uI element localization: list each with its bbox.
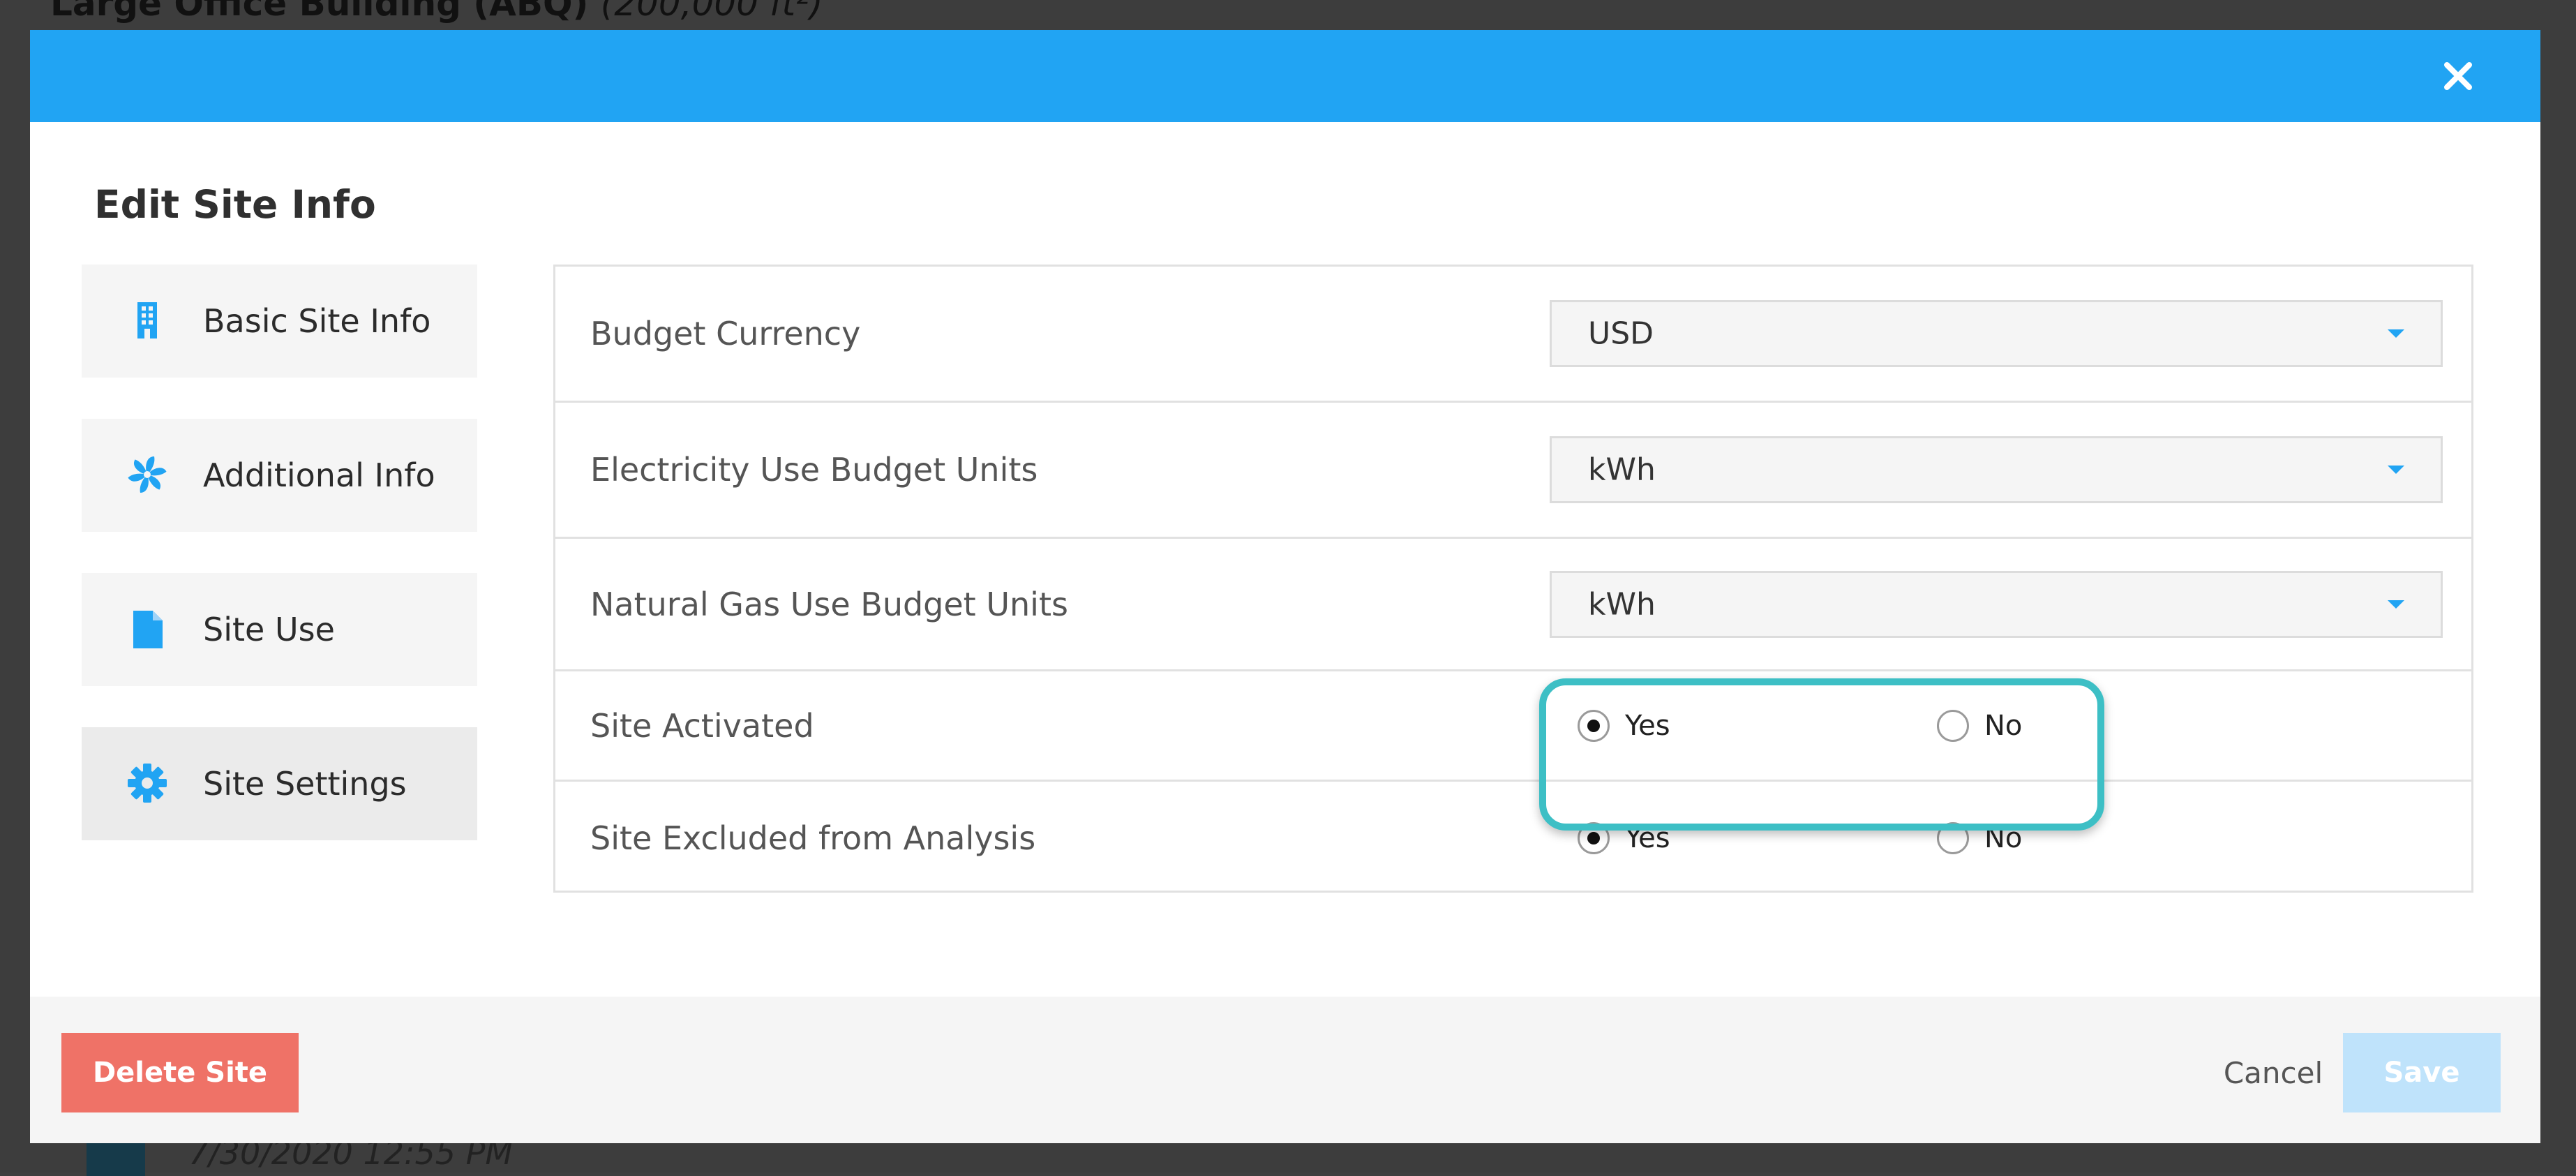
row-site-activated: Site Activated Yes No bbox=[555, 671, 2471, 782]
row-gas-units: Natural Gas Use Budget Units kWh bbox=[555, 539, 2471, 671]
electricity-units-label: Electricity Use Budget Units bbox=[590, 451, 1038, 489]
edit-site-modal: Edit Site Info Basic Site Info bbox=[30, 30, 2540, 1143]
gas-units-select[interactable]: kWh bbox=[1550, 571, 2443, 638]
cancel-button[interactable]: Cancel bbox=[2193, 1033, 2353, 1112]
building-icon bbox=[126, 299, 168, 341]
chevron-down-icon bbox=[2386, 463, 2406, 476]
modal-header bbox=[30, 30, 2540, 122]
electricity-units-value: kWh bbox=[1588, 452, 1656, 488]
gear-icon bbox=[126, 762, 168, 804]
background-title-text: Large Office Building (ABQ) bbox=[50, 0, 588, 24]
gas-units-label: Natural Gas Use Budget Units bbox=[590, 586, 1068, 623]
delete-site-button[interactable]: Delete Site bbox=[61, 1033, 299, 1112]
settings-panel: Budget Currency USD Electricity Use Budg… bbox=[553, 265, 2473, 893]
background-title-area: (200,000 ft²) bbox=[601, 0, 823, 24]
sidebar-item-label: Basic Site Info bbox=[203, 302, 430, 340]
site-activated-label: Site Activated bbox=[590, 707, 814, 745]
close-button[interactable] bbox=[2443, 61, 2473, 91]
sidebar-item-additional-info[interactable]: Additional Info bbox=[82, 419, 477, 532]
budget-currency-label: Budget Currency bbox=[590, 315, 860, 352]
gas-units-value: kWh bbox=[1588, 586, 1656, 622]
row-budget-currency: Budget Currency USD bbox=[555, 267, 2471, 403]
row-electricity-units: Electricity Use Budget Units kWh bbox=[555, 403, 2471, 539]
chevron-down-icon bbox=[2386, 327, 2406, 340]
modal-title: Edit Site Info bbox=[94, 182, 376, 227]
fan-icon bbox=[126, 454, 168, 496]
sidebar-item-label: Additional Info bbox=[203, 456, 435, 494]
sidebar-item-site-settings[interactable]: Site Settings bbox=[82, 727, 477, 840]
sidebar-item-label: Site Use bbox=[203, 611, 335, 648]
budget-currency-select[interactable]: USD bbox=[1550, 300, 2443, 367]
site-excluded-label: Site Excluded from Analysis bbox=[590, 819, 1035, 857]
sidebar-item-label: Site Settings bbox=[203, 765, 407, 803]
close-icon bbox=[2443, 61, 2473, 91]
modal-footer: Delete Site Cancel Save bbox=[30, 997, 2540, 1143]
row-site-excluded: Site Excluded from Analysis Yes No bbox=[555, 782, 2471, 895]
save-button[interactable]: Save bbox=[2343, 1033, 2501, 1112]
budget-currency-value: USD bbox=[1588, 316, 1654, 352]
document-icon bbox=[126, 608, 168, 650]
background-page-title: Large Office Building (ABQ) (200,000 ft²… bbox=[50, 0, 823, 24]
highlight-annotation bbox=[1539, 678, 2104, 831]
sidebar-nav: Basic Site Info Additional Info bbox=[82, 265, 477, 881]
chevron-down-icon bbox=[2386, 598, 2406, 611]
sidebar-item-basic-site-info[interactable]: Basic Site Info bbox=[82, 265, 477, 378]
sidebar-item-site-use[interactable]: Site Use bbox=[82, 573, 477, 686]
electricity-units-select[interactable]: kWh bbox=[1550, 436, 2443, 503]
